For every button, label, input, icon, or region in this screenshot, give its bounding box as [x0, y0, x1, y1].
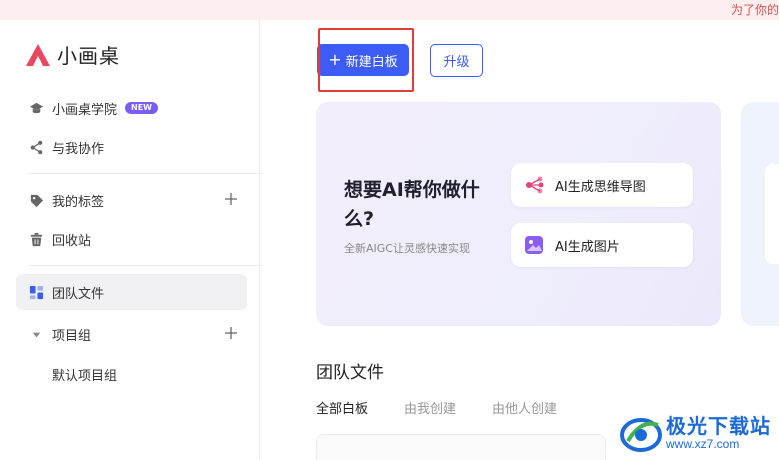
- watermark-url: www.xz7.com: [666, 436, 740, 451]
- ai-image-button[interactable]: AI生成图片: [511, 223, 693, 267]
- tab-others[interactable]: 由他人创建: [492, 398, 557, 417]
- app-name: 小画桌: [57, 44, 120, 68]
- highlight-frame: [318, 28, 414, 92]
- caret-down-icon[interactable]: [28, 326, 44, 342]
- tab-mine[interactable]: 由我创建: [404, 398, 456, 417]
- sidebar-item-tags[interactable]: 我的标签: [16, 182, 247, 218]
- banner-text: 为了你的: [730, 3, 779, 17]
- ai-card-title: 想要AI帮你做什么?: [344, 179, 480, 230]
- graduation-cap-icon: [28, 100, 44, 116]
- top-banner: 为了你的: [0, 0, 779, 20]
- ai-promo-card: 想要AI帮你做什么? 全新AIGC让灵感快速实现 AI生成思维导图 AI生成图片: [316, 102, 721, 326]
- secondary-card-panel: [765, 164, 779, 264]
- sidebar-item-team[interactable]: 团队文件: [16, 274, 247, 310]
- logo-icon: [26, 43, 50, 66]
- add-tag-icon[interactable]: [223, 191, 239, 207]
- new-badge: NEW: [125, 102, 158, 114]
- sidebar-divider: [28, 173, 263, 174]
- sidebar-divider: [28, 265, 263, 266]
- sidebar-item-label: 小画桌学院: [52, 102, 118, 118]
- watermark-name: 极光下载站: [666, 413, 771, 438]
- upgrade-button[interactable]: 升级: [430, 44, 483, 77]
- sidebar-item-academy[interactable]: 小画桌学院 NEW: [16, 90, 247, 126]
- sidebar: 小画桌 小画桌学院 NEW 与我协作 我的标签 回收站 团队文件 项目组 默认项…: [0, 20, 263, 460]
- sidebar-item-label: 回收站: [52, 233, 92, 249]
- secondary-promo-card[interactable]: [741, 102, 779, 326]
- sidebar-item-collab[interactable]: 与我协作: [16, 129, 247, 165]
- tag-icon: [28, 192, 44, 208]
- file-card[interactable]: [316, 434, 606, 460]
- sidebar-item-default-project[interactable]: 默认项目组: [52, 365, 117, 384]
- team-files-icon: [28, 284, 44, 300]
- ai-option-label: AI生成图片: [555, 239, 620, 255]
- app-logo[interactable]: 小画桌: [24, 40, 120, 69]
- mindmap-icon: [523, 174, 545, 196]
- main-content: + 新建白板 升级 想要AI帮你做什么? 全新AIGC让灵感快速实现 AI生成思…: [261, 20, 779, 460]
- sidebar-item-label: 我的标签: [52, 194, 105, 210]
- share-icon: [28, 139, 44, 155]
- add-project-icon[interactable]: [223, 325, 239, 341]
- section-title: 团队文件: [316, 363, 384, 383]
- ai-option-label: AI生成思维导图: [555, 179, 646, 195]
- image-icon: [523, 234, 545, 256]
- ai-card-subtitle: 全新AIGC让灵感快速实现: [344, 242, 470, 255]
- sidebar-item-projects[interactable]: 项目组: [16, 316, 247, 352]
- ai-mindmap-button[interactable]: AI生成思维导图: [511, 163, 693, 207]
- watermark: 极光下载站 www.xz7.com: [618, 405, 779, 460]
- sidebar-item-trash[interactable]: 回收站: [16, 221, 247, 257]
- sidebar-item-label: 团队文件: [52, 286, 105, 302]
- watermark-logo-icon: [620, 417, 662, 452]
- sidebar-item-label: 项目组: [52, 328, 92, 344]
- tab-all[interactable]: 全部白板: [316, 398, 368, 417]
- sidebar-item-label: 与我协作: [52, 141, 105, 157]
- trash-icon: [28, 231, 44, 247]
